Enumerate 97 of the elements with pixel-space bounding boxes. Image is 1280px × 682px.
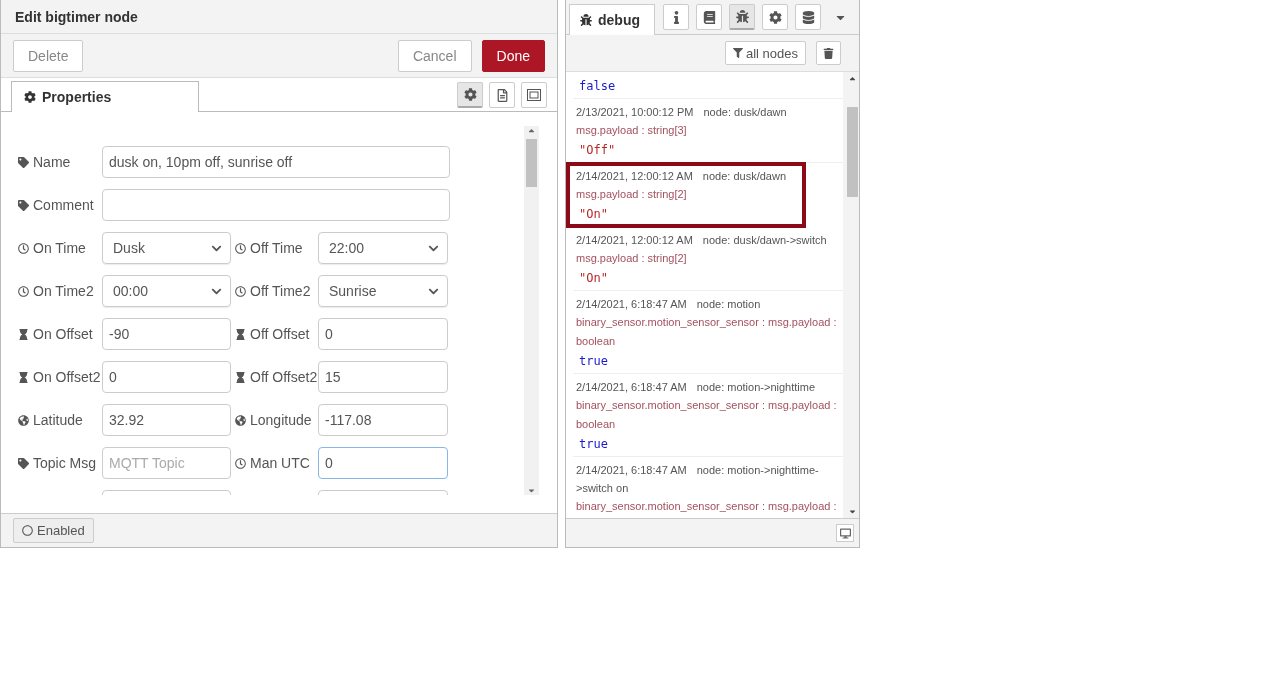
book-icon [702, 10, 716, 24]
dropdown[interactable]: Dusk [102, 232, 231, 264]
sidebar-tab-button[interactable] [696, 4, 722, 30]
tag-icon [18, 457, 29, 469]
frame-icon [526, 88, 542, 102]
field-label: Topic Msg [33, 455, 97, 471]
clock-icon [18, 285, 29, 297]
hourglass-icon [235, 328, 246, 340]
payload-value-text: true [578, 436, 609, 451]
properties-tab[interactable]: Properties [11, 81, 199, 112]
payload-type-text: msg.payload : string[2] [576, 251, 688, 266]
input-field[interactable] [102, 189, 450, 221]
input-field[interactable]: -90 [102, 318, 231, 350]
message-header-text: 2/14/2021, 6:18:47 AM node: motion [576, 297, 762, 312]
globe-icon [235, 414, 246, 426]
clock-icon [235, 285, 246, 297]
settings-icon [768, 10, 782, 24]
scroll-down-icon[interactable] [847, 507, 857, 516]
payload-value-text: "On" [578, 270, 609, 285]
payload-value-text: "Off" [578, 142, 617, 157]
input-field[interactable]: 0 [318, 447, 448, 479]
filter-icon [732, 48, 743, 58]
hourglass-icon [235, 371, 246, 383]
payload-type-text: binary_sensor.motion_sensor_sensor : msg.payload : boolean [576, 315, 838, 349]
field-label: On Offset2 [33, 369, 101, 385]
scrollbar[interactable] [524, 126, 539, 495]
dropdown[interactable]: Sunrise [318, 275, 448, 307]
dropdown[interactable]: 22:00 [318, 232, 448, 264]
field-label: Man UTC [250, 455, 310, 471]
field-label: Name [33, 154, 71, 170]
field-label: Off Time2 [250, 283, 311, 299]
field-label: Off Time [250, 240, 303, 256]
enabled-toggle[interactable]: Enabled [13, 518, 94, 543]
sidebar-tab-button[interactable] [729, 4, 755, 30]
toolbar-button[interactable] [457, 82, 483, 108]
scroll-up-icon[interactable] [527, 126, 536, 135]
dialog-button[interactable]: Delete [13, 39, 84, 72]
payload-type-text: binary_sensor.motion_sensor_sensor : msg.payload : [576, 499, 838, 514]
clock-icon [235, 242, 246, 254]
message-header-text: 2/14/2021, 6:18:47 AM node: motion->nighttime [576, 380, 817, 395]
message-header-text: 2/14/2021, 6:18:47 AM node: motion->nighttime->switch on [576, 463, 820, 496]
input-field[interactable]: dusk on, 10pm off, sunrise off [102, 146, 450, 178]
hourglass-icon [18, 328, 29, 340]
toolbar-button[interactable] [521, 82, 547, 108]
clear-button[interactable] [816, 41, 841, 65]
field-label: On Time [33, 240, 86, 256]
display-button[interactable] [836, 524, 854, 542]
scrollbar-thumb[interactable] [846, 107, 858, 197]
input-field[interactable]: 15 [318, 361, 448, 393]
clock-icon [235, 457, 246, 469]
clock-icon [18, 242, 29, 254]
payload-value-text: "On" [578, 206, 609, 221]
database-icon [801, 10, 815, 24]
field-label: Comment [33, 197, 94, 213]
payload-type-text: msg.payload : string[2] [576, 187, 688, 202]
input-field[interactable]: -117.08 [318, 404, 448, 436]
done-button[interactable]: Done [481, 39, 545, 72]
message-header-text: 2/14/2021, 12:00:12 AM node: dusk/dawn->switch [576, 233, 828, 248]
sidebar-tab-button[interactable] [795, 4, 821, 30]
payload-type-text: binary_sensor.motion_sensor_sensor : msg.payload : boolean [576, 398, 838, 432]
scrollbar-thumb[interactable] [526, 139, 537, 187]
input-field[interactable]: 0 [318, 318, 448, 350]
field-label: Off Offset [250, 326, 310, 342]
sidebar-tab-button[interactable] [663, 4, 689, 30]
filter-button[interactable]: all nodes [724, 41, 806, 65]
bug-icon [580, 14, 592, 26]
field-label: On Offset [33, 326, 93, 342]
bug-icon [735, 10, 749, 23]
input-field[interactable]: 32.92 [102, 404, 231, 436]
monitor-icon [839, 527, 851, 539]
dialog-title: Edit bigtimer node [1, 0, 557, 34]
field-label: Off Offset2 [250, 369, 318, 385]
settings-icon [24, 91, 36, 103]
payload-type-text: msg.payload : string[3] [576, 123, 688, 138]
sidebar-tab-button[interactable] [762, 4, 788, 30]
scroll-up-icon[interactable] [847, 74, 857, 83]
hourglass-icon [18, 371, 29, 383]
debug-tab[interactable]: debug [569, 4, 655, 35]
tag-icon [18, 156, 29, 168]
message-header-text: 2/13/2021, 10:00:12 PM node: dusk/dawn [576, 105, 788, 120]
field-label: Latitude [33, 412, 83, 428]
toolbar-button[interactable] [489, 82, 515, 108]
payload-value-text: false [578, 78, 617, 93]
payload-value-text: true [578, 353, 609, 368]
settings-icon [463, 88, 477, 101]
dropdown[interactable]: 00:00 [102, 275, 231, 307]
trash-icon [823, 47, 834, 59]
tag-icon [18, 199, 29, 211]
message-header-text: 2/14/2021, 12:00:12 AM node: dusk/dawn [576, 169, 787, 184]
input-field[interactable]: MQTT Topic [102, 447, 231, 479]
field-label: Longitude [250, 412, 312, 428]
globe-icon [18, 414, 29, 426]
scroll-down-icon[interactable] [527, 486, 536, 495]
dialog-button[interactable]: Cancel [397, 39, 472, 72]
field-label: On Time2 [33, 283, 94, 299]
document-icon [495, 88, 509, 102]
input-field[interactable]: 0 [102, 361, 231, 393]
